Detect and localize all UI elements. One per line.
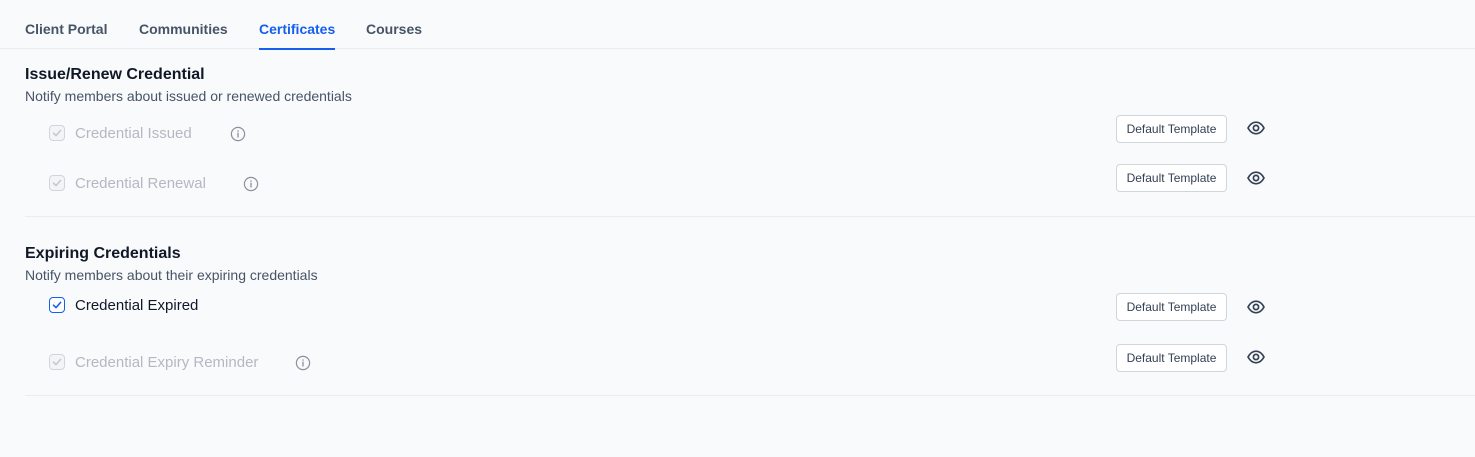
eye-icon[interactable] [1246,168,1266,188]
credential-issued-label: Credential Issued [75,125,192,142]
eye-icon[interactable] [1246,347,1266,367]
section-title: Issue/Renew Credential [25,66,205,83]
notification-row-credential-expired: Credential Expired Default Template [49,290,1265,321]
section-description: Notify members about their expiring cred… [25,267,318,283]
tab-communities[interactable]: Communities [139,0,228,49]
tab-bar: Client Portal Communities Certificates C… [0,0,1475,50]
tab-certificates[interactable]: Certificates [259,0,336,50]
credential-expiry-reminder-checkbox[interactable] [49,354,65,370]
check-icon [52,358,62,366]
credential-expiry-reminder-template-button[interactable]: Default Template [1116,344,1227,372]
credential-issued-checkbox[interactable] [49,125,65,141]
notification-row-credential-issued: Credential Issued Default Template [49,115,1265,148]
section-description: Notify members about issued or renewed c… [25,88,352,104]
check-icon [52,301,62,309]
credential-renewal-checkbox[interactable] [49,175,65,191]
credential-expiry-reminder-label: Credential Expiry Reminder [75,354,259,371]
eye-icon[interactable] [1246,118,1266,138]
info-icon[interactable] [243,176,259,192]
credential-renewal-template-button[interactable]: Default Template [1116,164,1227,192]
credential-expired-checkbox[interactable] [49,297,65,313]
notification-row-credential-renewal: Credential Renewal Default Template [49,164,1265,198]
check-icon [52,179,62,187]
tab-client-portal[interactable]: Client Portal [25,0,107,49]
notification-row-credential-expiry-reminder: Credential Expiry Reminder Default Templ… [49,344,1265,377]
credential-issued-template-button[interactable]: Default Template [1116,115,1227,143]
section-title: Expiring Credentials [25,245,181,262]
credential-expired-template-button[interactable]: Default Template [1116,293,1227,321]
credential-renewal-label: Credential Renewal [75,175,206,192]
check-icon [52,129,62,137]
tab-courses[interactable]: Courses [366,0,422,49]
eye-icon[interactable] [1246,297,1266,317]
section-expiring-credentials: Expiring Credentials Notify members abou… [25,217,1475,396]
section-issue-renew: Issue/Renew Credential Notify members ab… [25,50,1475,217]
info-icon[interactable] [230,126,246,142]
credential-expired-label: Credential Expired [75,297,199,314]
info-icon[interactable] [295,355,311,371]
